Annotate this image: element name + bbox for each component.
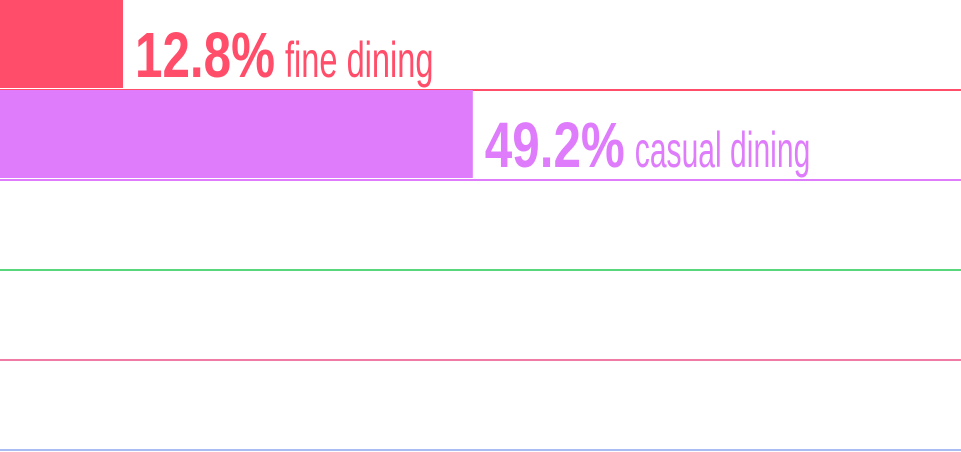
bar	[0, 0, 124, 88]
bar	[0, 90, 473, 178]
bar-value-label: 12.8%	[135, 19, 275, 91]
bar-value-label: 49.2%	[485, 109, 625, 181]
bar-chart: 12.8% fine dining 49.2% casual dining	[0, 0, 961, 451]
bar-category-label: fine dining	[285, 32, 434, 88]
bar-category-label: casual dining	[635, 122, 811, 178]
bar-label: 49.2% casual dining	[485, 109, 811, 181]
bar-label: 12.8% fine dining	[135, 19, 434, 91]
